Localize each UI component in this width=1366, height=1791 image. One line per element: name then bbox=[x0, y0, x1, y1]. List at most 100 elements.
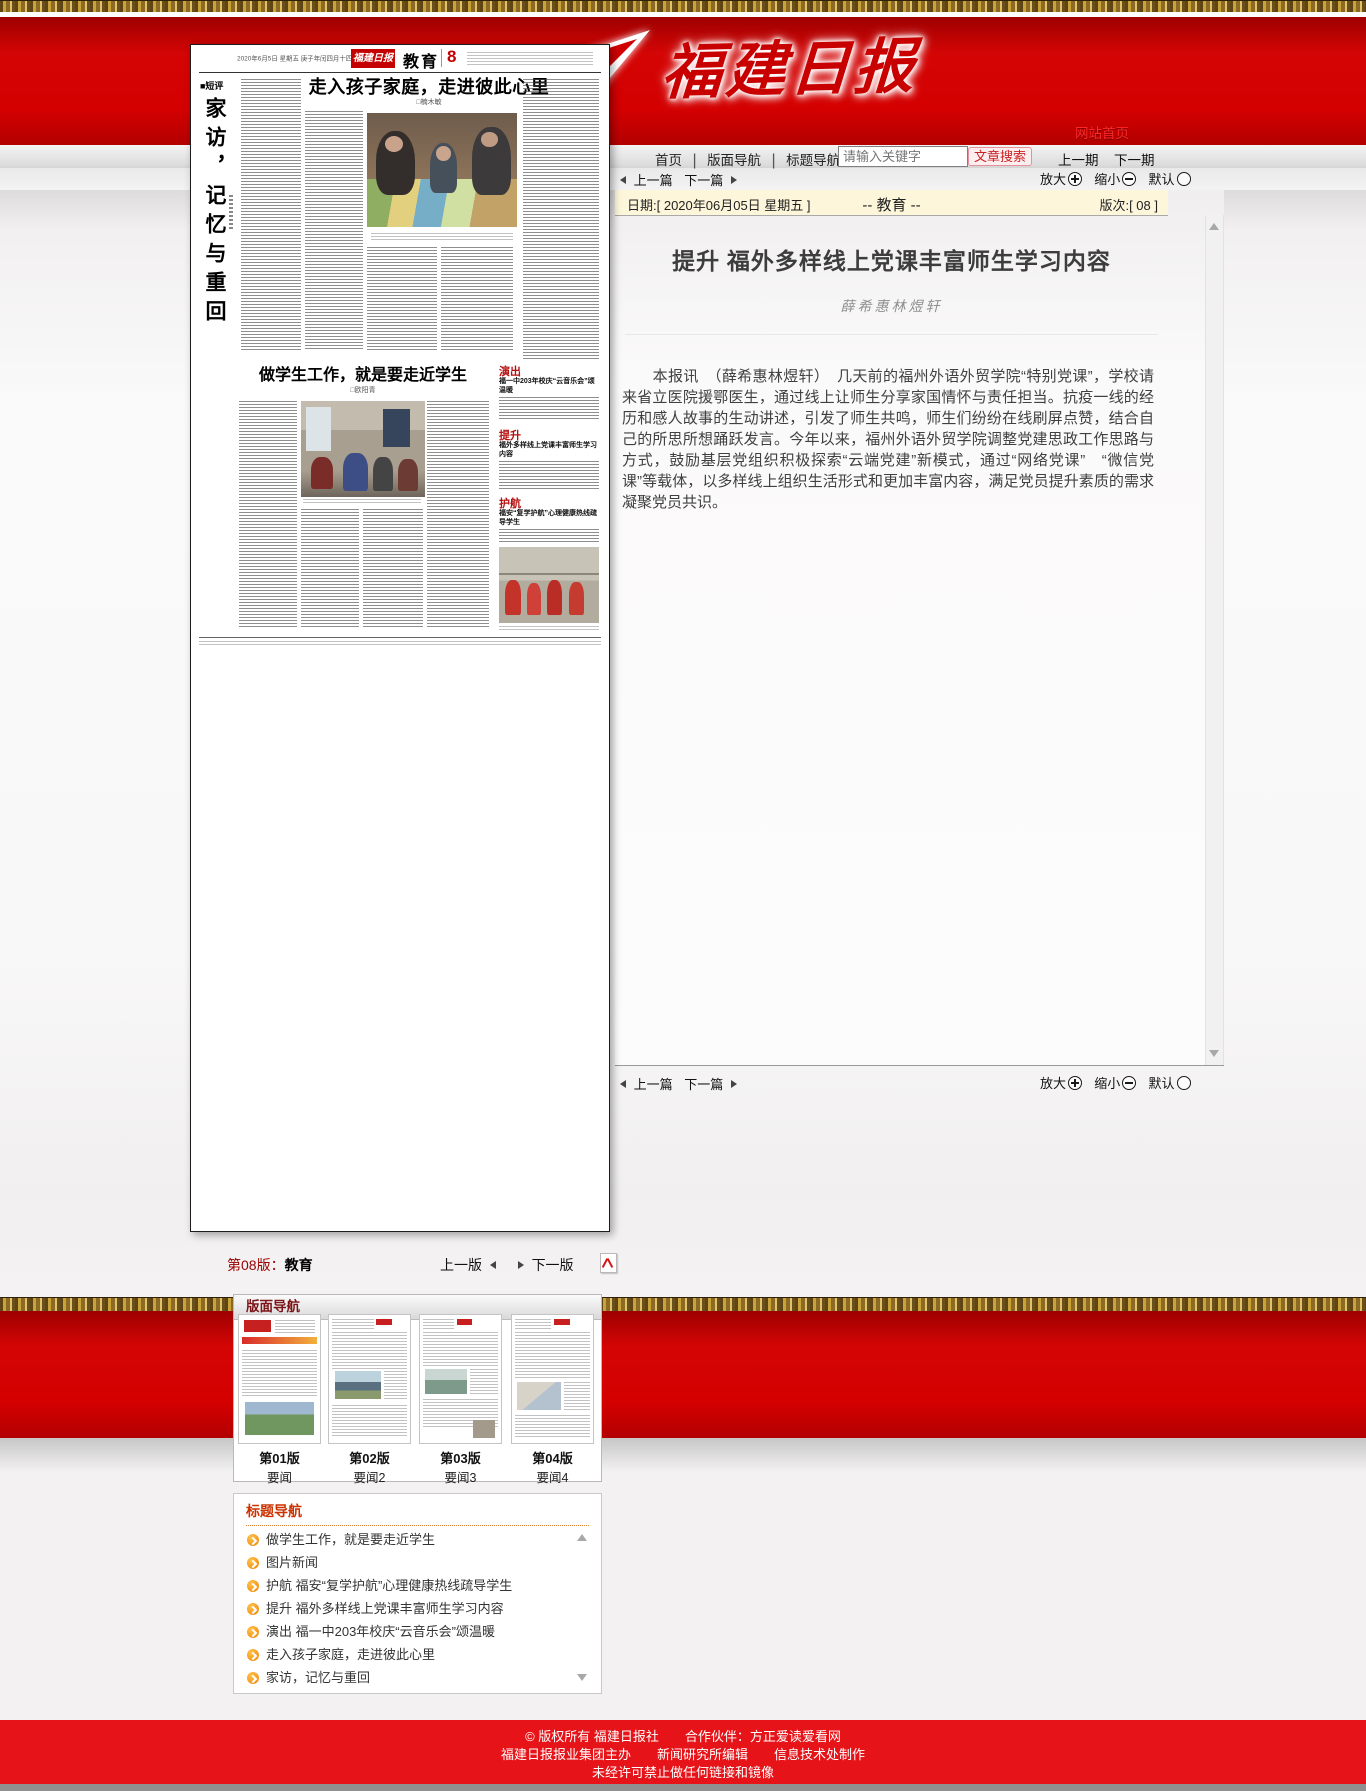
page-thumbnail-2[interactable] bbox=[328, 1314, 411, 1444]
page-thumb-number[interactable]: 第04版 bbox=[511, 1448, 594, 1467]
zoom-in-button[interactable]: 放大 bbox=[1040, 1076, 1066, 1091]
next-article-link[interactable]: 下一篇 bbox=[684, 1077, 723, 1092]
np-vertical-byline-placeholder bbox=[229, 195, 233, 229]
prev-issue-link[interactable]: 上一期 bbox=[1058, 153, 1099, 168]
list-scroll-down-icon[interactable] bbox=[577, 1674, 587, 1681]
title-nav-item[interactable]: 护航 福安“复学护航”心理健康热线疏导学生 bbox=[234, 1574, 601, 1597]
zoom-default-button[interactable]: 默认 bbox=[1149, 1076, 1175, 1091]
prev-arrow-icon bbox=[620, 1080, 626, 1088]
np-photo-caption-placeholder bbox=[371, 233, 513, 240]
title-nav-item[interactable]: 家访，记忆与重回 bbox=[234, 1666, 601, 1689]
reading-panel bbox=[615, 190, 1224, 1065]
article-scrollbar[interactable] bbox=[1205, 215, 1224, 1065]
zoom-in-icon[interactable] bbox=[1068, 1076, 1082, 1090]
np-brief-title: 福外多样线上党课丰富师生学习内容 bbox=[499, 441, 599, 459]
np-byline-1: □楠木敏 bbox=[301, 97, 557, 107]
next-arrow-icon bbox=[518, 1261, 524, 1269]
np-text-column bbox=[367, 247, 437, 351]
zoom-out-button[interactable]: 缩小 bbox=[1094, 172, 1120, 187]
page-thumb-number[interactable]: 第03版 bbox=[419, 1448, 502, 1467]
arrow-bullet-icon bbox=[247, 1603, 259, 1615]
np-photo-livingroom bbox=[301, 401, 425, 497]
zoom-default-icon[interactable] bbox=[1177, 172, 1191, 186]
page-thumbnail-1[interactable] bbox=[238, 1314, 321, 1444]
np-text-column bbox=[441, 247, 513, 351]
scroll-up-icon[interactable] bbox=[1209, 223, 1219, 230]
np-photo-family bbox=[367, 113, 517, 227]
lower-red-band bbox=[0, 1311, 1366, 1438]
page-thumbnail-4[interactable] bbox=[511, 1314, 594, 1444]
pdf-icon[interactable] bbox=[600, 1253, 617, 1273]
np-brief-title: 福一中203年校庆“云音乐会”颂温暖 bbox=[499, 377, 599, 395]
title-nav-list: 做学生工作，就是要走近学生 图片新闻 护航 福安“复学护航”心理健康热线疏导学生… bbox=[234, 1528, 601, 1689]
zoom-default-icon[interactable] bbox=[1177, 1076, 1191, 1090]
prev-arrow-icon bbox=[490, 1261, 496, 1269]
np-photo-caption-placeholder bbox=[499, 626, 599, 631]
np-byline-2: □欧阳青 bbox=[237, 385, 489, 395]
title-nav-item[interactable]: 演出 福一中203年校庆“云音乐会”颂温暖 bbox=[234, 1620, 601, 1643]
np-masthead: 福建日报 bbox=[351, 49, 395, 68]
divider bbox=[625, 334, 1158, 335]
nav-home[interactable]: 首页 bbox=[655, 153, 682, 168]
arrow-bullet-icon bbox=[247, 1557, 259, 1569]
arrow-bullet-icon bbox=[247, 1672, 259, 1684]
next-page-link[interactable]: 下一版 bbox=[532, 1257, 574, 1273]
np-comment-tag: ■短评 bbox=[200, 79, 223, 92]
next-issue-link[interactable]: 下一期 bbox=[1114, 153, 1155, 168]
footer-copyright: © 版权所有 福建日报社 合作伙伴：方正爱读爱看网 bbox=[0, 1728, 1366, 1746]
nav-page-navigation[interactable]: 版面导航 bbox=[707, 153, 761, 168]
page-thumb-number[interactable]: 第02版 bbox=[328, 1448, 411, 1467]
divider bbox=[615, 1065, 1224, 1066]
list-scroll-up-icon[interactable] bbox=[577, 1534, 587, 1541]
np-text-column bbox=[239, 401, 297, 627]
page-nav-title: 版面导航 bbox=[234, 1299, 300, 1314]
np-text-column bbox=[523, 79, 599, 359]
dotted-divider bbox=[246, 1525, 589, 1526]
newspaper-page-image[interactable]: 2020年6月5日 星期五 庚子年闰四月十四 福建日报 教育 8 ■短评 家访，… bbox=[190, 44, 610, 1232]
page-section-name: 教育 bbox=[285, 1257, 313, 1273]
zoom-default-button[interactable]: 默认 bbox=[1149, 172, 1175, 187]
zoom-in-icon[interactable] bbox=[1068, 172, 1082, 186]
prev-article-link[interactable]: 上一篇 bbox=[634, 173, 673, 188]
article-body: 本报讯 （薛希惠林煜轩） 几天前的福州外语外贸学院“特别党课”，学校请来省立医院… bbox=[622, 366, 1154, 513]
np-text-column bbox=[499, 397, 599, 421]
zoom-out-icon[interactable] bbox=[1122, 1076, 1136, 1090]
np-contact-placeholder bbox=[467, 52, 593, 65]
np-vertical-headline: 家访，记忆与重回 bbox=[199, 97, 229, 377]
prev-page-link[interactable]: 上一版 bbox=[440, 1257, 482, 1273]
np-headline-2: 做学生工作，就是要走近学生 bbox=[237, 361, 489, 385]
scroll-down-icon[interactable] bbox=[1209, 1050, 1219, 1057]
title-nav-item[interactable]: 图片新闻 bbox=[234, 1551, 601, 1574]
zoom-in-button[interactable]: 放大 bbox=[1040, 172, 1066, 187]
np-text-column bbox=[301, 509, 359, 627]
page-thumb-item: 第01版 要闻 bbox=[238, 1314, 321, 1486]
nav-title-navigation[interactable]: 标题导航 bbox=[786, 153, 840, 168]
page-thumb-name[interactable]: 要闻2 bbox=[328, 1467, 411, 1486]
page-thumb-name[interactable]: 要闻 bbox=[238, 1467, 321, 1486]
title-nav-item[interactable]: 走入孩子家庭，走进彼此心里 bbox=[234, 1643, 601, 1666]
prev-article-link[interactable]: 上一篇 bbox=[634, 1077, 673, 1092]
arrow-bullet-icon bbox=[247, 1580, 259, 1592]
page-thumbnail-3[interactable] bbox=[419, 1314, 502, 1444]
arrow-bullet-icon bbox=[247, 1649, 259, 1661]
article-section: -- 教育 -- bbox=[615, 194, 1168, 215]
title-nav-item[interactable]: 做学生工作，就是要走近学生 bbox=[234, 1528, 601, 1551]
page-thumb-name[interactable]: 要闻4 bbox=[511, 1467, 594, 1486]
next-article-link[interactable]: 下一篇 bbox=[684, 173, 723, 188]
next-arrow-icon bbox=[731, 176, 737, 184]
np-section-label: 教育 bbox=[403, 48, 439, 72]
title-nav-title: 标题导航 bbox=[234, 1494, 601, 1521]
page-thumb-name[interactable]: 要闻3 bbox=[419, 1467, 502, 1486]
zoom-out-button[interactable]: 缩小 bbox=[1094, 1076, 1120, 1091]
np-page-number: 8 bbox=[447, 47, 456, 67]
title-nav-item[interactable]: 提升 福外多样线上党课丰富师生学习内容 bbox=[234, 1597, 601, 1620]
site-home-link[interactable]: 网站首页 bbox=[1075, 122, 1129, 142]
zoom-out-icon[interactable] bbox=[1122, 172, 1136, 186]
page-thumb-number[interactable]: 第01版 bbox=[238, 1448, 321, 1467]
footer-organizer: 福建日报报业集团主办 新闻研究所编辑 信息技术处制作 bbox=[0, 1746, 1366, 1764]
site-masthead: 福建日报 bbox=[659, 26, 995, 115]
np-headline-1: 走入孩子家庭，走进彼此心里 bbox=[301, 73, 557, 99]
article-switcher-top: 上一篇 下一篇 bbox=[620, 170, 737, 189]
search-input[interactable] bbox=[838, 146, 968, 167]
search-button[interactable]: 文章搜索 bbox=[968, 147, 1032, 166]
